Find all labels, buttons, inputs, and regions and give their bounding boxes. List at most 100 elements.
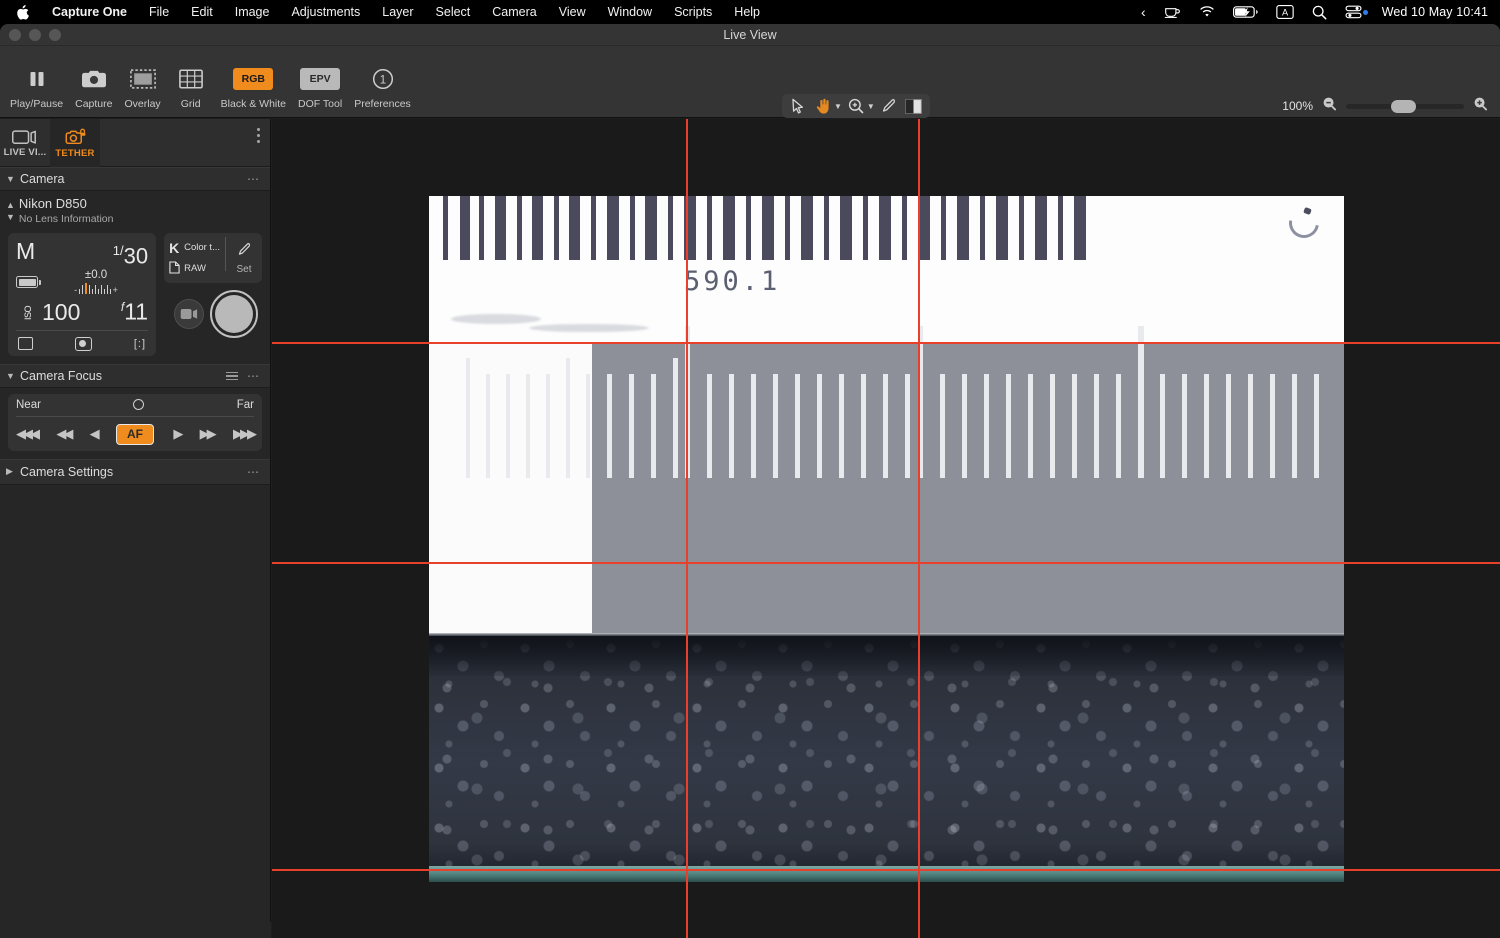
capture-buttons-row bbox=[164, 290, 262, 338]
wb-set-label[interactable]: Set bbox=[236, 264, 251, 275]
exposure-mode-value[interactable]: M bbox=[16, 239, 35, 263]
vertical-guide-line[interactable] bbox=[918, 119, 920, 938]
vertical-guide-line[interactable] bbox=[686, 119, 688, 938]
file-format-row[interactable]: RAW bbox=[169, 258, 220, 279]
minimize-button[interactable] bbox=[29, 29, 41, 41]
shutter-speed-value[interactable]: 1/30 bbox=[113, 239, 148, 268]
chevron-left-icon[interactable]: ‹ bbox=[1132, 0, 1155, 24]
zoom-slider-handle[interactable] bbox=[1391, 99, 1416, 113]
focus-near-small-button[interactable]: ◀ bbox=[90, 426, 100, 442]
focus-far-medium-button[interactable]: ▶▶ bbox=[200, 426, 217, 442]
menu-capture-one[interactable]: Capture One bbox=[41, 0, 138, 24]
horizontal-guide-line[interactable] bbox=[272, 869, 1500, 871]
select-arrow-tool[interactable] bbox=[787, 96, 809, 116]
shutter-release-button[interactable] bbox=[210, 290, 258, 338]
paper-smudge bbox=[529, 324, 649, 332]
sidebar-item-live-view[interactable]: LIVE VI... bbox=[0, 119, 50, 167]
chevron-down-icon[interactable]: ▼ bbox=[6, 174, 20, 184]
pan-hand-tool[interactable] bbox=[812, 96, 834, 116]
grid-button[interactable]: Grid bbox=[167, 64, 215, 110]
hamburger-icon[interactable] bbox=[226, 371, 238, 381]
frame-icon[interactable] bbox=[18, 337, 33, 351]
maximize-button[interactable] bbox=[49, 29, 61, 41]
spotlight-search-icon[interactable] bbox=[1303, 0, 1336, 24]
ellipsis-icon[interactable]: ⋯ bbox=[247, 466, 260, 478]
battery-charging-icon[interactable] bbox=[1224, 0, 1267, 24]
exposure-meter[interactable]: ±0.0 - + bbox=[44, 270, 148, 295]
close-button[interactable] bbox=[9, 29, 21, 41]
capture-button[interactable]: Capture bbox=[69, 64, 118, 110]
eyedropper-icon[interactable] bbox=[237, 242, 251, 262]
focus-far-label: Far bbox=[236, 398, 254, 411]
kebab-menu-icon[interactable] bbox=[257, 128, 260, 143]
mac-menu-bar: Capture One File Edit Image Adjustments … bbox=[0, 0, 1500, 24]
epv-chip-icon: EPV bbox=[300, 64, 341, 94]
horizontal-guide-line[interactable] bbox=[272, 342, 1500, 344]
autofocus-button[interactable]: AF bbox=[115, 423, 154, 445]
horizontal-guide-line[interactable] bbox=[272, 562, 1500, 564]
af-area-icon[interactable]: [ : ] bbox=[134, 338, 145, 350]
record-video-button[interactable] bbox=[174, 299, 204, 329]
coffee-cup-icon[interactable] bbox=[1155, 0, 1190, 24]
pan-tool-chevron-down-icon[interactable]: ▼ bbox=[834, 102, 842, 111]
camera-select-chevrons-icon[interactable]: ▲ ▼ bbox=[6, 197, 15, 223]
input-source-icon[interactable]: A bbox=[1267, 0, 1303, 24]
aperture-value[interactable]: f11 bbox=[121, 295, 148, 325]
menu-bar-clock[interactable]: Wed 10 May 10:41 bbox=[1372, 5, 1488, 19]
menu-adjustments[interactable]: Adjustments bbox=[280, 0, 371, 24]
overlay-button[interactable]: Overlay bbox=[118, 64, 166, 110]
lens-information: No Lens Information bbox=[18, 213, 114, 225]
menu-camera[interactable]: Camera bbox=[481, 0, 547, 24]
iso-value[interactable]: ISO 100 bbox=[16, 299, 80, 325]
camera-model-row[interactable]: ▲ ▼ Nikon D850 No Lens Information bbox=[0, 191, 270, 233]
chevron-right-icon[interactable]: ▶ bbox=[6, 466, 20, 477]
menu-help[interactable]: Help bbox=[723, 0, 771, 24]
menu-image[interactable]: Image bbox=[224, 0, 281, 24]
menu-scripts[interactable]: Scripts bbox=[663, 0, 723, 24]
focus-near-medium-button[interactable]: ◀◀ bbox=[56, 426, 73, 442]
compare-tool[interactable] bbox=[903, 96, 925, 116]
camera-settings-panel-header[interactable]: ▶ Camera Settings ⋯ bbox=[0, 458, 270, 485]
control-center-indicator-dot bbox=[1362, 9, 1368, 15]
overlay-icon bbox=[129, 64, 156, 94]
ruler-measurement-label: 590.1 bbox=[684, 266, 781, 297]
color-temperature-row[interactable]: K Color t... bbox=[169, 237, 220, 258]
black-and-white-button[interactable]: RGB Black & White bbox=[215, 64, 292, 110]
live-view-preview-image[interactable]: 590.1 bbox=[429, 196, 1344, 882]
apple-logo-icon[interactable] bbox=[8, 0, 41, 24]
rgb-chip-label: RGB bbox=[233, 68, 274, 90]
menu-view[interactable]: View bbox=[548, 0, 597, 24]
control-center-icon[interactable] bbox=[1336, 0, 1366, 24]
wifi-icon[interactable] bbox=[1190, 0, 1224, 24]
ellipsis-icon[interactable]: ⋯ bbox=[247, 370, 260, 382]
sidebar-item-tether[interactable]: TETHER bbox=[50, 119, 100, 167]
grid-icon bbox=[178, 64, 203, 94]
preferences-button[interactable]: 1 Preferences bbox=[348, 64, 417, 110]
magnifier-plus-icon[interactable] bbox=[1473, 96, 1488, 116]
exposure-meter-ticks: - + bbox=[74, 283, 118, 295]
focus-near-large-button[interactable]: ◀◀◀ bbox=[16, 426, 40, 442]
focus-far-small-button[interactable]: ▶ bbox=[173, 426, 183, 442]
menu-edit[interactable]: Edit bbox=[180, 0, 224, 24]
focus-far-large-button[interactable]: ▶▶▶ bbox=[233, 426, 257, 442]
live-view-viewport[interactable]: 590.1 bbox=[272, 119, 1500, 938]
camera-panel-header[interactable]: ▼ Camera ⋯ bbox=[0, 167, 270, 191]
shutter-fraction-prefix: 1/ bbox=[112, 243, 124, 258]
menu-layer[interactable]: Layer bbox=[371, 0, 424, 24]
metering-mode-icon[interactable] bbox=[74, 336, 92, 351]
focus-reset-icon[interactable] bbox=[133, 399, 145, 411]
play-pause-button[interactable]: Play/Pause bbox=[4, 64, 69, 110]
menu-select[interactable]: Select bbox=[425, 0, 482, 24]
zoom-slider[interactable] bbox=[1346, 99, 1464, 113]
chevron-down-icon[interactable]: ▼ bbox=[6, 371, 20, 381]
menu-file[interactable]: File bbox=[138, 0, 180, 24]
magnifier-minus-icon[interactable] bbox=[1322, 96, 1337, 116]
dof-tool-button[interactable]: EPV DOF Tool bbox=[292, 64, 348, 110]
svg-text:1: 1 bbox=[379, 74, 385, 86]
zoom-tool[interactable] bbox=[845, 96, 867, 116]
camera-focus-panel-header[interactable]: ▼ Camera Focus ⋯ bbox=[0, 363, 270, 388]
menu-window[interactable]: Window bbox=[597, 0, 663, 24]
ellipsis-icon[interactable]: ⋯ bbox=[247, 173, 260, 185]
zoom-tool-chevron-down-icon[interactable]: ▼ bbox=[867, 102, 875, 111]
color-picker-tool[interactable] bbox=[878, 96, 900, 116]
